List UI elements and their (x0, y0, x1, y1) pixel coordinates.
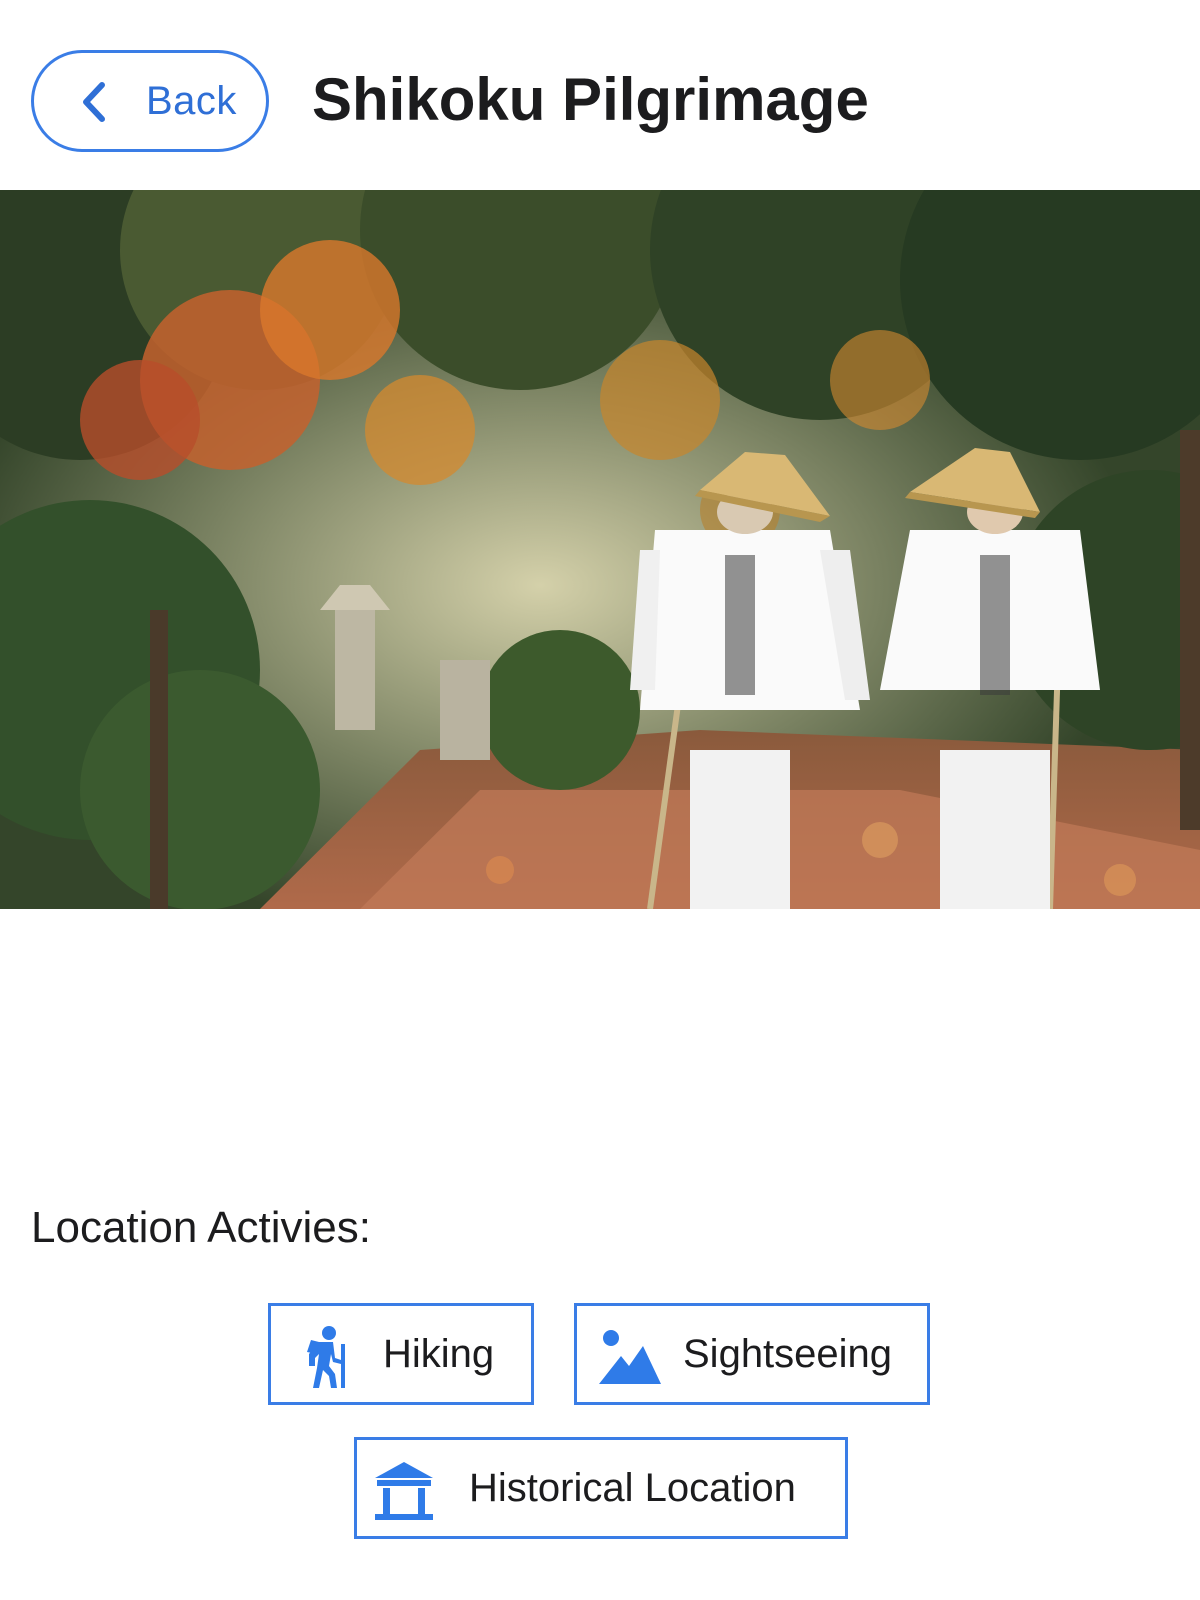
activities-heading: Location Activies: (31, 1203, 371, 1252)
mountain-landscape-icon (599, 1330, 661, 1384)
back-button[interactable]: Back (31, 50, 269, 152)
temple-gate-icon (375, 1462, 433, 1520)
activity-chip-historical-location[interactable]: Historical Location (354, 1437, 848, 1539)
activity-chip-hiking[interactable]: Hiking (268, 1303, 534, 1405)
activity-label: Historical Location (469, 1466, 796, 1510)
page-title: Shikoku Pilgrimage (312, 66, 869, 133)
hiking-icon (307, 1326, 345, 1388)
activity-label: Sightseeing (683, 1332, 893, 1376)
activity-chip-sightseeing[interactable]: Sightseeing (574, 1303, 930, 1405)
hero-image (0, 190, 1200, 909)
chevron-left-icon (83, 82, 105, 122)
back-button-label: Back (146, 79, 237, 123)
activity-label: Hiking (383, 1332, 495, 1376)
